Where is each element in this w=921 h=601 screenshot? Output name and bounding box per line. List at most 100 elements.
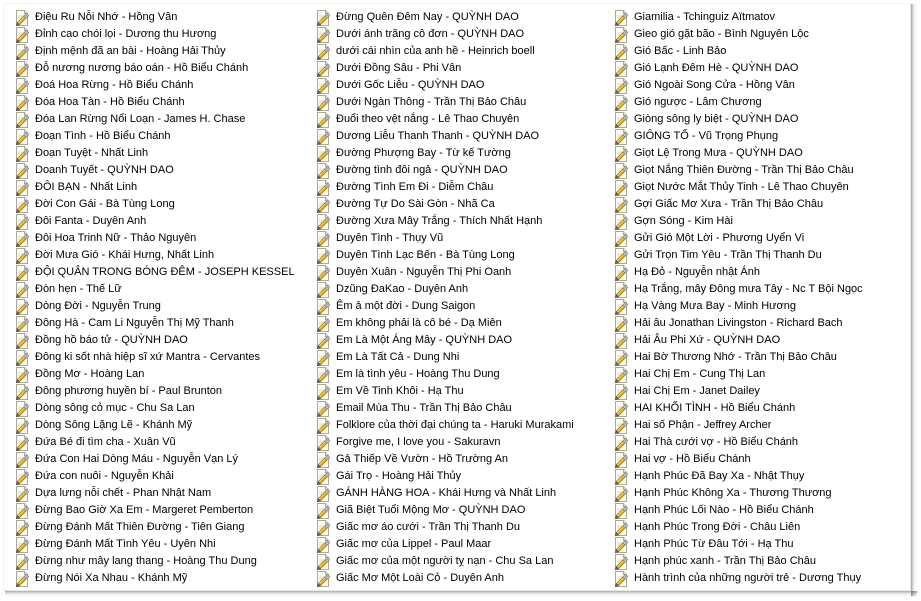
list-item[interactable]: Định mệnh đã an bài - Hoàng Hải Thủy [12,43,309,60]
list-item[interactable]: ĐỘI QUÂN TRONG BÓNG ĐÊM - JOSEPH KESSEL [12,264,309,281]
list-item[interactable]: Hai số Phận - Jeffrey Archer [611,417,910,434]
list-item[interactable]: Gió Ngoài Song Cửa - Hồng Vân [611,77,910,94]
list-item[interactable]: Em là tình yêu - Hoàng Thu Dung [313,366,607,383]
list-item[interactable]: Hạnh Phúc Lối Nào - Hồ Biểu Chánh [611,502,910,519]
list-item[interactable]: Đồng Mơ - Hoàng Lan [12,366,309,383]
list-item[interactable]: Gió Bấc - Linh Bảo [611,43,910,60]
list-item[interactable]: Gửi Trọn Tim Yêu - Trần Thị Thanh Du [611,247,910,264]
list-item[interactable]: Hạnh Phúc Đã Bay Xa - Nhật Thụy [611,468,910,485]
list-item[interactable]: Đừng Bao Giờ Xa Em - Margeret Pemberton [12,502,309,519]
list-item[interactable]: Gái Trọ - Hoàng Hải Thủy [313,468,607,485]
list-item[interactable]: Đoạn Tình - Hồ Biểu Chánh [12,128,309,145]
list-item[interactable]: Đỉnh cao chói lọi - Dương thu Hương [12,26,309,43]
list-item[interactable]: Đường Tình Em Đi - Diễm Châu [313,179,607,196]
list-item[interactable]: Đứa Con Hai Dòng Máu - Nguyễn Vạn Lý [12,451,309,468]
list-item[interactable]: Gửi Gió Một Lời - Phương Uyển Vi [611,230,910,247]
list-item[interactable]: Dzũng ĐaKao - Duyên Anh [313,281,607,298]
list-item[interactable]: Đừng Đánh Mất Tình Yêu - Uyên Nhi [12,536,309,553]
list-item[interactable]: Đoá Hoa Rừng - Hồ Biểu Chánh [12,77,309,94]
list-item[interactable]: Hai Chị Em - Janet Dailey [611,383,910,400]
list-item[interactable]: Email Mùa Thu - Trần Thị Bảo Châu [313,400,607,417]
list-item[interactable]: Dòng Sông Lặng Lẽ - Khánh Mỹ [12,417,309,434]
list-item[interactable]: Hải âu Jonathan Livingston - Richard Bac… [611,315,910,332]
list-item[interactable]: Em Là Tất Cả - Dung Nhi [313,349,607,366]
list-item[interactable]: Giọt Nước Mắt Thủy Tinh - Lê Thao Chuyên [611,179,910,196]
list-item[interactable]: Giấc mơ của Lippel - Paul Maar [313,536,607,553]
list-item[interactable]: Đỗ nương nương báo oán - Hồ Biểu Chánh [12,60,309,77]
list-item[interactable]: Dương Liễu Thanh Thanh - QUỲNH DAO [313,128,607,145]
list-item[interactable]: Đông ki sốt nhà hiệp sĩ xứ Mantra - Cerv… [12,349,309,366]
list-item[interactable]: Dưới Gốc Liễu - QUỲNH DAO [313,77,607,94]
list-item[interactable]: Hành trình của những người trẻ - Dương T… [611,570,910,587]
list-item[interactable]: Em không phải là cô bé - Dạ Miên [313,315,607,332]
list-item[interactable]: Đường Xưa Mây Trắng - Thích Nhất Hạnh [313,213,607,230]
list-item[interactable]: Đời Con Gái - Bà Tùng Long [12,196,309,213]
list-item[interactable]: Đừng Đánh Mất Thiên Đường - Tiên Giang [12,519,309,536]
list-item[interactable]: Đông Hà - Cam Li Nguyễn Thị Mỹ Thanh [12,315,309,332]
list-item[interactable]: Hạ Vàng Mưa Bay - Minh Hương [611,298,910,315]
list-item[interactable]: Hạ Trắng, mây Đông mưa Tây - Nc T Bội Ng… [611,281,910,298]
list-item[interactable]: Dưới ánh trăng cô đơn - QUỲNH DAO [313,26,607,43]
list-item[interactable]: Doanh Tuyết - QUỲNH DAO [12,162,309,179]
list-item[interactable]: Hải Âu Phi Xứ - QUỲNH DAO [611,332,910,349]
list-item[interactable]: dưới cái nhìn của anh hề - Heinrich boel… [313,43,607,60]
list-item[interactable]: Dưới Đồng Sâu - Phi Vân [313,60,607,77]
list-item[interactable]: Đóa Lan Rừng Nổi Loạn - James H. Chase [12,111,309,128]
list-item[interactable]: Duyên Tình - Thụy Vũ [313,230,607,247]
list-item[interactable]: Em Là Một Áng Mây - QUỲNH DAO [313,332,607,349]
list-item[interactable]: Đường Phượng Bay - Từ kế Tường [313,145,607,162]
list-item[interactable]: Dòng sông cỏ mục - Chu Sa Lan [12,400,309,417]
list-item[interactable]: Giòng sông ly biệt - QUỲNH DAO [611,111,910,128]
list-item[interactable]: Folklore của thời đại chúng ta - Haruki … [313,417,607,434]
list-item[interactable]: Hạ Đỏ - Nguyễn nhật Ánh [611,264,910,281]
list-item[interactable]: Gợn Sóng - Kim Hài [611,213,910,230]
list-item[interactable]: Đứa Bé đi tìm cha - Xuân Vũ [12,434,309,451]
list-item[interactable]: Giấc mơ của một người tỵ nạn - Chu Sa La… [313,553,607,570]
list-item[interactable]: Duyên Tình Lạc Bến - Bà Tùng Long [313,247,607,264]
list-item[interactable]: Hai Chị Em - Cung Thị Lan [611,366,910,383]
list-item[interactable]: Đôi Hoa Trinh Nữ - Thảo Nguyên [12,230,309,247]
list-item[interactable]: Hạnh phúc xanh - Trần Thị Bảo Châu [611,553,910,570]
list-item[interactable]: Giấc Mơ Một Loài Cỏ - Duyên Anh [313,570,607,587]
list-item[interactable]: Đừng Quên Đêm Nay - QUỲNH DAO [313,9,607,26]
list-item[interactable]: Gả Thiếp Về Vườn - Hồ Trường An [313,451,607,468]
list-item[interactable]: GÁNH HÀNG HOA - Khái Hưng và Nhất Linh [313,485,607,502]
list-item[interactable]: Đôi Fanta - Duyên Anh [12,213,309,230]
list-item[interactable]: Giấc mơ áo cưới - Trần Thị Thanh Du [313,519,607,536]
list-item[interactable]: Đoạn Tuyệt - Nhất Linh [12,145,309,162]
list-item[interactable]: Dưới Ngàn Thông - Trần Thị Bảo Châu [313,94,607,111]
list-item[interactable]: Hai vợ - Hồ Biểu Chánh [611,451,910,468]
list-item[interactable]: Đừng như mây lang thang - Hoàng Thu Dung [12,553,309,570]
list-item[interactable]: Hạnh Phúc Từ Đâu Tới - Hạ Thu [611,536,910,553]
list-item[interactable]: ĐÔI BẠN - Nhất Linh [12,179,309,196]
list-item[interactable]: Dựa lưng nỗi chết - Phan Nhật Nam [12,485,309,502]
list-item[interactable]: Đóa Hoa Tàn - Hồ Biểu Chánh [12,94,309,111]
list-item[interactable]: Gợi Giấc Mơ Xưa - Trần Thị Bảo Châu [611,196,910,213]
list-item[interactable]: Giọt Nắng Thiên Đường - Trần Thị Bảo Châ… [611,162,910,179]
list-item[interactable]: Điệu Ru Nỗi Nhớ - Hồng Vân [12,9,309,26]
list-item[interactable]: Gió ngược - Lâm Chương [611,94,910,111]
list-item[interactable]: Gieo gió gặt bão - Bình Nguyên Lộc [611,26,910,43]
list-item[interactable]: Dòng Đời - Nguyễn Trung [12,298,309,315]
list-item[interactable]: Đời Mưa Gió - Khái Hưng, Nhất Linh [12,247,309,264]
list-item[interactable]: Hạnh Phúc Trong Đời - Châu Liên [611,519,910,536]
list-item[interactable]: Đứa con nuôi - Nguyễn Khải [12,468,309,485]
list-item[interactable]: Hai Bờ Thương Nhớ - Trần Thị Bảo Châu [611,349,910,366]
list-item[interactable]: Đường Tự Do Sài Gòn - Nhã Ca [313,196,607,213]
file-list-viewport[interactable]: Điệu Ru Nỗi Nhớ - Hồng Vân Đỉnh cao chói… [3,3,911,591]
list-item[interactable]: Hai Thà cưới vợ - Hồ Biểu Chánh [611,434,910,451]
list-item[interactable]: Đường tình đôi ngả - QUỲNH DAO [313,162,607,179]
list-item[interactable]: Forgive me, I love you - Sakuravn [313,434,607,451]
list-item[interactable]: Duyên Xuân - Nguyễn Thị Phi Oanh [313,264,607,281]
list-item[interactable]: Giã Biệt Tuổi Mộng Mơ - QUỲNH DAO [313,502,607,519]
list-item[interactable]: Giọt Lệ Trong Mưa - QUỲNH DAO [611,145,910,162]
list-item[interactable]: Hạnh Phúc Không Xa - Thương Thương [611,485,910,502]
list-item[interactable]: Em Về Tinh Khôi - Hạ Thu [313,383,607,400]
list-item[interactable]: Đông phương huyền bí - Paul Brunton [12,383,309,400]
list-item[interactable]: Đồng hồ báo tử - QUỲNH DAO [12,332,309,349]
list-item[interactable]: Đuổi theo vệt nắng - Lê Thao Chuyên [313,111,607,128]
list-item[interactable]: HAI KHỐI TÌNH - Hồ Biểu Chánh [611,400,910,417]
list-item[interactable]: Giamilia - Tchinguiz Aïtmatov [611,9,910,26]
list-item[interactable]: Gió Lạnh Đêm Hè - QUỲNH DAO [611,60,910,77]
list-item[interactable]: Đừng Nói Xa Nhau - Khánh Mỹ [12,570,309,587]
